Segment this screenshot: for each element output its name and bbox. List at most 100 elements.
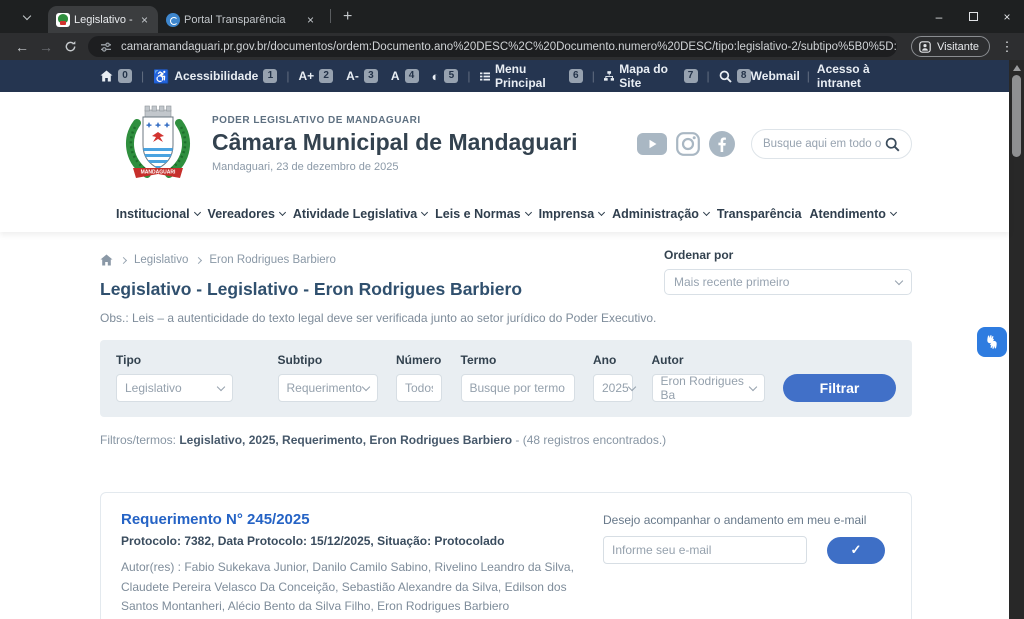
new-tab-button[interactable]: + bbox=[343, 8, 352, 26]
obs-note: Obs.: Leis – a autenticidade do texto le… bbox=[100, 311, 912, 325]
nav-item-institucional[interactable]: Institucional bbox=[116, 207, 200, 221]
nav-item-administracao[interactable]: Administração bbox=[612, 207, 709, 221]
abar-home-button[interactable]: 0 bbox=[100, 69, 132, 83]
nav-item-atividade-legislativa[interactable]: Atividade Legislativa bbox=[293, 207, 427, 221]
tab-favicon-portal bbox=[166, 13, 180, 27]
follow-submit-button[interactable]: ✓ bbox=[827, 537, 885, 564]
breadcrumb-item[interactable]: Legislativo bbox=[134, 254, 188, 266]
close-tab-icon[interactable]: × bbox=[139, 13, 150, 27]
separator: | bbox=[286, 69, 289, 83]
chevron-down-icon bbox=[194, 209, 201, 216]
numero-input[interactable] bbox=[396, 374, 442, 402]
facebook-icon[interactable] bbox=[709, 131, 735, 157]
document-title-link[interactable]: Requerimento N° 245/2025 bbox=[121, 511, 589, 528]
abar-font-increase-button[interactable]: A+ 2 bbox=[298, 69, 333, 83]
breadcrumb-separator bbox=[195, 256, 202, 263]
filter-label: Ano bbox=[593, 353, 633, 367]
scrollbar-up-arrow-icon[interactable] bbox=[1013, 65, 1021, 71]
url-text: camaramandaguari.pr.gov.br/documentos/or… bbox=[121, 41, 897, 53]
ano-select[interactable]: 2025 bbox=[593, 374, 633, 402]
abar-accessibility-button[interactable]: ♿ Acessibilidade 1 bbox=[153, 69, 277, 83]
autor-select[interactable]: Eron Rodrigues Ba bbox=[652, 374, 765, 402]
filtrar-button[interactable]: Filtrar bbox=[783, 374, 896, 402]
back-button[interactable]: ← bbox=[10, 39, 34, 55]
close-tab-icon[interactable]: × bbox=[305, 13, 316, 27]
browser-tabstrip: Legislativo - Eron Rodrigues Ba × Portal… bbox=[0, 0, 1024, 33]
filters-summary-prefix: Filtros/termos: bbox=[100, 433, 179, 447]
follow-email-input[interactable] bbox=[603, 536, 807, 564]
reload-icon bbox=[64, 40, 77, 53]
site-header: MANDAGUARI PODER LEGISLATIVO DE MANDAGUA… bbox=[0, 92, 1009, 232]
abar-contrast-button[interactable]: ◐ 5 bbox=[432, 69, 459, 83]
abar-label: A+ bbox=[298, 69, 314, 83]
maximize-button[interactable] bbox=[956, 10, 990, 24]
separator: | bbox=[467, 69, 470, 83]
tab-favicon-brasao bbox=[56, 13, 70, 27]
chevron-down-icon bbox=[598, 209, 605, 216]
abar-label: Acessibilidade bbox=[174, 69, 258, 83]
filter-label: Tipo bbox=[116, 353, 233, 367]
breadcrumb-item[interactable]: Eron Rodrigues Barbiero bbox=[209, 254, 336, 266]
abar-main-menu-button[interactable]: Menu Principal 6 bbox=[480, 62, 583, 90]
ano-select-value: 2025 bbox=[602, 381, 629, 395]
nav-item-atendimento[interactable]: Atendimento bbox=[810, 207, 896, 221]
minimize-button[interactable]: – bbox=[922, 10, 956, 24]
scrollbar-thumb[interactable] bbox=[1012, 75, 1021, 157]
nav-item-transparencia[interactable]: Transparência bbox=[717, 207, 802, 221]
abar-sitemap-button[interactable]: Mapa do Site 7 bbox=[604, 62, 698, 90]
vlibras-button[interactable] bbox=[977, 327, 1007, 357]
org-name: Câmara Municipal de Mandaguari bbox=[212, 129, 578, 156]
separator: | bbox=[592, 69, 595, 83]
filters-summary-count: - (48 registros encontrados.) bbox=[512, 433, 666, 447]
org-small-title: PODER LEGISLATIVO DE MANDAGUARI bbox=[212, 115, 578, 126]
intranet-link[interactable]: Acesso à intranet bbox=[817, 62, 891, 90]
search-icon bbox=[719, 70, 732, 83]
page-scrollbar[interactable] bbox=[1009, 60, 1024, 619]
youtube-icon[interactable] bbox=[637, 133, 667, 155]
abar-font-normal-button[interactable]: A 4 bbox=[391, 69, 419, 83]
close-window-button[interactable]: × bbox=[990, 10, 1024, 24]
nav-item-imprensa[interactable]: Imprensa bbox=[539, 207, 605, 221]
nav-item-vereadores[interactable]: Vereadores bbox=[208, 207, 285, 221]
filter-group-termo: Termo bbox=[461, 353, 575, 402]
filter-group-tipo: Tipo Legislativo bbox=[116, 353, 233, 402]
reload-button[interactable] bbox=[58, 40, 82, 53]
tipo-select[interactable]: Legislativo bbox=[116, 374, 233, 402]
browser-menu-button[interactable]: ⋮ bbox=[1000, 39, 1014, 55]
chevron-down-icon bbox=[361, 382, 369, 390]
browser-tab-inactive[interactable]: Portal Transparência × bbox=[158, 6, 324, 33]
url-bar[interactable]: camaramandaguari.pr.gov.br/documentos/or… bbox=[88, 36, 897, 57]
tipo-select-value: Legislativo bbox=[125, 381, 182, 395]
main-navigation: Institucional Vereadores Atividade Legis… bbox=[100, 196, 912, 232]
abar-search-button[interactable]: 8 bbox=[719, 69, 751, 83]
instagram-icon[interactable] bbox=[676, 132, 700, 156]
filters-summary: Filtros/termos: Legislativo, 2025, Reque… bbox=[100, 433, 912, 447]
nav-item-leis-e-normas[interactable]: Leis e Normas bbox=[435, 207, 530, 221]
webmail-link[interactable]: Webmail bbox=[751, 69, 800, 83]
abar-label: Mapa do Site bbox=[619, 62, 678, 90]
profile-button[interactable]: Visitante bbox=[911, 36, 990, 57]
subtipo-select[interactable]: Requerimento bbox=[278, 374, 378, 402]
browser-tab-active[interactable]: Legislativo - Eron Rodrigues Ba × bbox=[48, 6, 158, 33]
tab-search-button[interactable] bbox=[14, 6, 40, 28]
forward-button[interactable]: → bbox=[34, 39, 58, 55]
sort-select[interactable]: Mais recente primeiro bbox=[664, 269, 912, 295]
sitemap-icon bbox=[604, 70, 614, 82]
site-search-box[interactable] bbox=[751, 129, 912, 159]
abar-font-decrease-button[interactable]: A- 3 bbox=[346, 69, 378, 83]
home-icon[interactable] bbox=[100, 254, 113, 266]
site-settings-icon[interactable] bbox=[100, 41, 112, 53]
site-search-input[interactable] bbox=[763, 138, 885, 150]
abar-label: Menu Principal bbox=[495, 62, 564, 90]
window-controls: – × bbox=[922, 0, 1024, 33]
sort-select-value: Mais recente primeiro bbox=[674, 275, 789, 289]
abar-badge: 6 bbox=[569, 69, 583, 83]
filter-label: Subtipo bbox=[278, 353, 378, 367]
search-icon[interactable] bbox=[885, 137, 900, 152]
nav-label: Transparência bbox=[717, 207, 802, 221]
termo-input[interactable] bbox=[461, 374, 575, 402]
sign-language-hands-icon bbox=[983, 333, 1001, 351]
svg-text:MANDAGUARI: MANDAGUARI bbox=[141, 170, 176, 176]
nav-label: Institucional bbox=[116, 207, 190, 221]
filter-group-subtipo: Subtipo Requerimento bbox=[278, 353, 378, 402]
